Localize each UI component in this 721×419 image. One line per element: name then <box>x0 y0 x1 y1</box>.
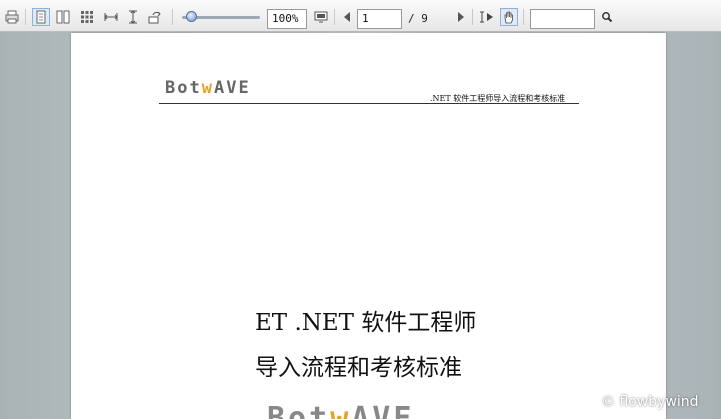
zoom-level-field[interactable]: 100% <box>267 9 307 29</box>
two-page-icon <box>56 10 70 24</box>
document-title-line2: 导入流程和考核标准 <box>255 355 462 381</box>
rotate-button[interactable] <box>146 8 164 26</box>
toolbar-separator <box>472 9 473 25</box>
arrow-left-icon <box>344 12 350 22</box>
document-page: BotwAVE .NET 软件工程师导入流程和考核标准 ET .NET 软件工程… <box>71 33 666 419</box>
fullscreen-button[interactable] <box>312 8 330 26</box>
thumbnail-view-button[interactable] <box>78 8 96 26</box>
botwave-logo-large: BotwAVE <box>267 401 415 419</box>
fit-height-icon <box>129 10 137 24</box>
fit-width-icon <box>104 13 118 21</box>
botwave-logo: BotwAVE <box>165 78 251 98</box>
hand-icon <box>504 11 513 24</box>
print-button[interactable] <box>3 8 21 26</box>
toolbar-separator <box>25 9 26 25</box>
hand-tool-button[interactable] <box>500 8 518 26</box>
page-total-label: / 9 <box>408 12 428 25</box>
search-icon <box>602 12 613 23</box>
zoom-slider-handle[interactable] <box>186 11 197 22</box>
document-title-line1: ET .NET 软件工程师 <box>255 310 477 336</box>
search-input[interactable] <box>530 9 595 29</box>
rotate-icon <box>148 11 161 24</box>
toolbar-separator <box>523 9 524 25</box>
header-rule <box>159 103 579 104</box>
two-page-view-button[interactable] <box>54 8 72 26</box>
text-select-tool-button[interactable] <box>477 8 495 26</box>
previous-page-button[interactable] <box>338 8 356 26</box>
printer-icon <box>5 10 19 24</box>
text-select-icon <box>480 11 493 23</box>
fit-width-button[interactable] <box>102 8 120 26</box>
search-button[interactable] <box>598 8 616 26</box>
monitor-icon <box>314 11 328 23</box>
arrow-right-icon <box>458 12 464 22</box>
single-page-icon <box>36 10 46 24</box>
toolbar-separator <box>334 9 335 25</box>
current-page-input[interactable]: 1 <box>357 9 402 29</box>
single-page-view-button[interactable] <box>32 8 50 26</box>
toolbar-separator <box>172 9 173 25</box>
watermark-text: © flowbywind <box>601 394 699 410</box>
grid-icon <box>81 11 93 23</box>
fit-height-button[interactable] <box>124 8 142 26</box>
next-page-button[interactable] <box>452 8 470 26</box>
viewer-toolbar: 100% 1 / 9 <box>0 0 721 32</box>
